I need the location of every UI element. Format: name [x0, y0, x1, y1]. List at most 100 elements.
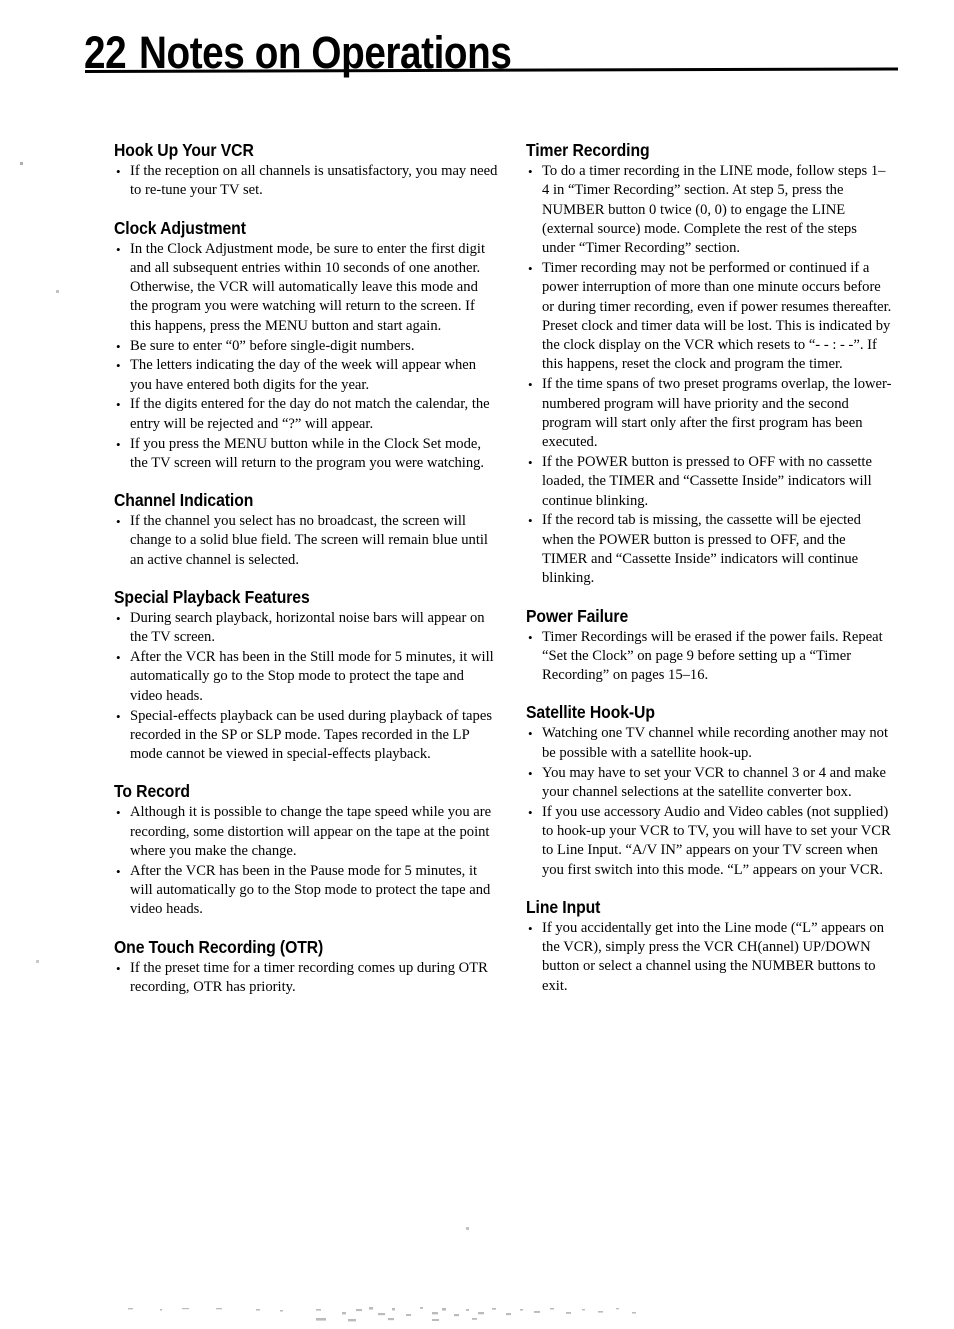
bullet-point-icon: • [528, 804, 533, 820]
bullet-item: • After the VCR has been in the Still mod… [114, 648, 498, 706]
bullet-text: In the Clock Adjustment mode, be sure to… [130, 240, 486, 334]
bullet-item: • Although it is possible to change the t… [114, 803, 498, 861]
section-heading-line-input: Line Input [526, 896, 601, 917]
section-special-playback-features: Special Playback Features • During search … [114, 587, 498, 764]
bullet-point-icon: • [528, 726, 533, 742]
bullet-text: After the VCR has been in the Still mode… [130, 649, 494, 704]
bullet-item: • If the channel you select has no broadc… [114, 512, 498, 570]
bullet-point-icon: • [528, 765, 533, 781]
bullet-item: • If you use accessory Audio and Video ca… [526, 803, 892, 880]
bullet-item: • If the time spans of two preset program… [526, 375, 892, 452]
section-heading-one-touch-recording-otr: One Touch Recording (OTR) [114, 936, 324, 957]
bullet-text: Timer recording may not be performed or … [542, 259, 892, 373]
bullet-point-icon: • [528, 513, 533, 529]
bullet-point-icon: • [528, 377, 533, 393]
bullet-list: • To do a timer recording in the LINE mod… [526, 162, 892, 589]
bullet-text: If the POWER button is pressed to OFF wi… [542, 453, 872, 509]
bullet-item: • During search playback, horizontal nois… [114, 609, 498, 648]
bullet-item: • If you press the MENU button while in t… [114, 435, 498, 474]
bullet-text: If the record tab is missing, the casset… [542, 512, 861, 587]
bullet-item: • Timer Recordings will be erased if the … [526, 628, 892, 686]
bullet-text: Be sure to enter “0” before single-digit… [130, 337, 415, 354]
section-heading-clock-adjustment: Clock Adjustment [114, 217, 246, 238]
bullet-item: • After the VCR has been in the Pause mod… [114, 862, 498, 920]
bullet-item: • Be sure to enter “0” before single-digi… [114, 337, 498, 356]
bullet-point-icon: • [116, 708, 121, 724]
scan-artifact-speck [466, 1227, 469, 1230]
section-heading-satellite-hook-up: Satellite Hook-Up [526, 702, 655, 723]
bullet-item: • Watching one TV channel while recording… [526, 724, 892, 763]
bullet-point-icon: • [528, 629, 533, 645]
bullet-list: • If you accidentally get into the Line m… [526, 919, 892, 996]
bullet-point-icon: • [116, 397, 121, 413]
bullet-item: • If the reception on all channels is uns… [114, 162, 498, 201]
section-heading-special-playback-features: Special Playback Features [114, 587, 310, 608]
bullet-text: During search playback, horizontal noise… [130, 610, 485, 646]
bullet-item: • If you accidentally get into the Line m… [526, 919, 892, 996]
bullet-text: The letters indicating the day of the we… [130, 357, 477, 393]
bullet-list: • Watching one TV channel while recording… [526, 724, 892, 879]
bullet-point-icon: • [116, 650, 121, 666]
bullet-list: • If the preset time for a timer recordin… [114, 959, 498, 998]
bullet-text: Watching one TV channel while recording … [542, 725, 888, 761]
bullet-item: • The letters indicating the day of the w… [114, 356, 498, 395]
bullet-point-icon: • [116, 436, 121, 452]
bullet-text: If the digits entered for the day do not… [130, 396, 490, 432]
bullet-text: If you use accessory Audio and Video cab… [542, 803, 891, 878]
section-heading-timer-recording: Timer Recording [526, 140, 650, 160]
bullet-list: • Timer Recordings will be erased if the … [526, 628, 892, 686]
section-satellite-hook-up: Satellite Hook-Up • Watching one TV channe… [526, 702, 892, 879]
bullet-point-icon: • [116, 611, 121, 627]
bullet-point-icon: • [116, 338, 121, 354]
section-hook-up-your-vcr: Hook Up Your VCR • If the reception on all… [114, 140, 498, 201]
bullet-text: If the preset time for a timer recording… [130, 959, 488, 995]
section-heading-to-record: To Record [114, 781, 190, 802]
bullet-text: If the time spans of two preset programs… [542, 376, 892, 451]
bullet-text: If you press the MENU button while in th… [130, 435, 485, 471]
section-clock-adjustment: Clock Adjustment • In the Clock Adjustment… [114, 218, 498, 474]
bullet-list: • Although it is possible to change the t… [114, 803, 498, 919]
section-heading-channel-indication: Channel Indication [114, 490, 254, 511]
bullet-point-icon: • [528, 164, 533, 179]
bullet-item: • If the preset time for a timer recordin… [114, 959, 498, 998]
bullet-item: • If the record tab is missing, the casse… [526, 511, 892, 588]
scan-artifact-speck [20, 162, 23, 165]
section-to-record: To Record • Although it is possible to cha… [114, 781, 498, 919]
bullet-list: • During search playback, horizontal nois… [114, 609, 498, 764]
bullet-text: Special-effects playback can be used dur… [130, 707, 492, 763]
bullet-point-icon: • [116, 863, 121, 879]
bullet-point-icon: • [116, 960, 121, 976]
section-heading-hook-up-your-vcr: Hook Up Your VCR [114, 140, 254, 160]
section-line-input: Line Input • If you accidentally get into … [526, 897, 892, 996]
bullet-text: After the VCR has been in the Pause mode… [130, 862, 491, 918]
bullet-point-icon: • [116, 514, 121, 530]
left-column: Hook Up Your VCR • If the reception on all… [114, 140, 498, 998]
bullet-point-icon: • [528, 920, 533, 936]
bullet-text: If the channel you select has no broadca… [130, 513, 488, 568]
scan-artifact-speck [36, 960, 39, 963]
bullet-text: You may have to set your VCR to channel … [542, 764, 886, 800]
bullet-item: • You may have to set your VCR to channel… [526, 764, 892, 803]
section-heading-power-failure: Power Failure [526, 605, 629, 626]
right-column: Timer Recording • To do a timer recording … [526, 140, 892, 996]
section-one-touch-recording-otr: One Touch Recording (OTR) • If the preset … [114, 937, 498, 998]
bullet-item: • In the Clock Adjustment mode, be sure t… [114, 240, 498, 336]
scan-artifact-speck [56, 290, 59, 293]
bullet-point-icon: • [116, 241, 121, 257]
bullet-text: If you accidentally get into the Line mo… [542, 919, 885, 994]
bullet-item: • If the POWER button is pressed to OFF w… [526, 453, 892, 511]
bullet-text: To do a timer recording in the LINE mode… [542, 163, 886, 257]
section-timer-recording: Timer Recording • To do a timer recording … [526, 140, 892, 589]
section-channel-indication: Channel Indication • If the channel you se… [114, 490, 498, 570]
bullet-list: • In the Clock Adjustment mode, be sure t… [114, 240, 498, 474]
bullet-item: • If the digits entered for the day do no… [114, 395, 498, 434]
section-power-failure: Power Failure • Timer Recordings will be e… [526, 606, 892, 686]
bullet-point-icon: • [116, 164, 121, 179]
bullet-point-icon: • [116, 805, 121, 821]
page-header: 22 Notes on Operations [0, 0, 954, 110]
bullet-point-icon: • [528, 260, 533, 276]
bullet-item: • To do a timer recording in the LINE mod… [526, 162, 892, 258]
scan-noise-bottom [128, 1307, 636, 1322]
bullet-item: • Special-effects playback can be used du… [114, 707, 498, 765]
bullet-text: Although it is possible to change the ta… [130, 804, 492, 860]
